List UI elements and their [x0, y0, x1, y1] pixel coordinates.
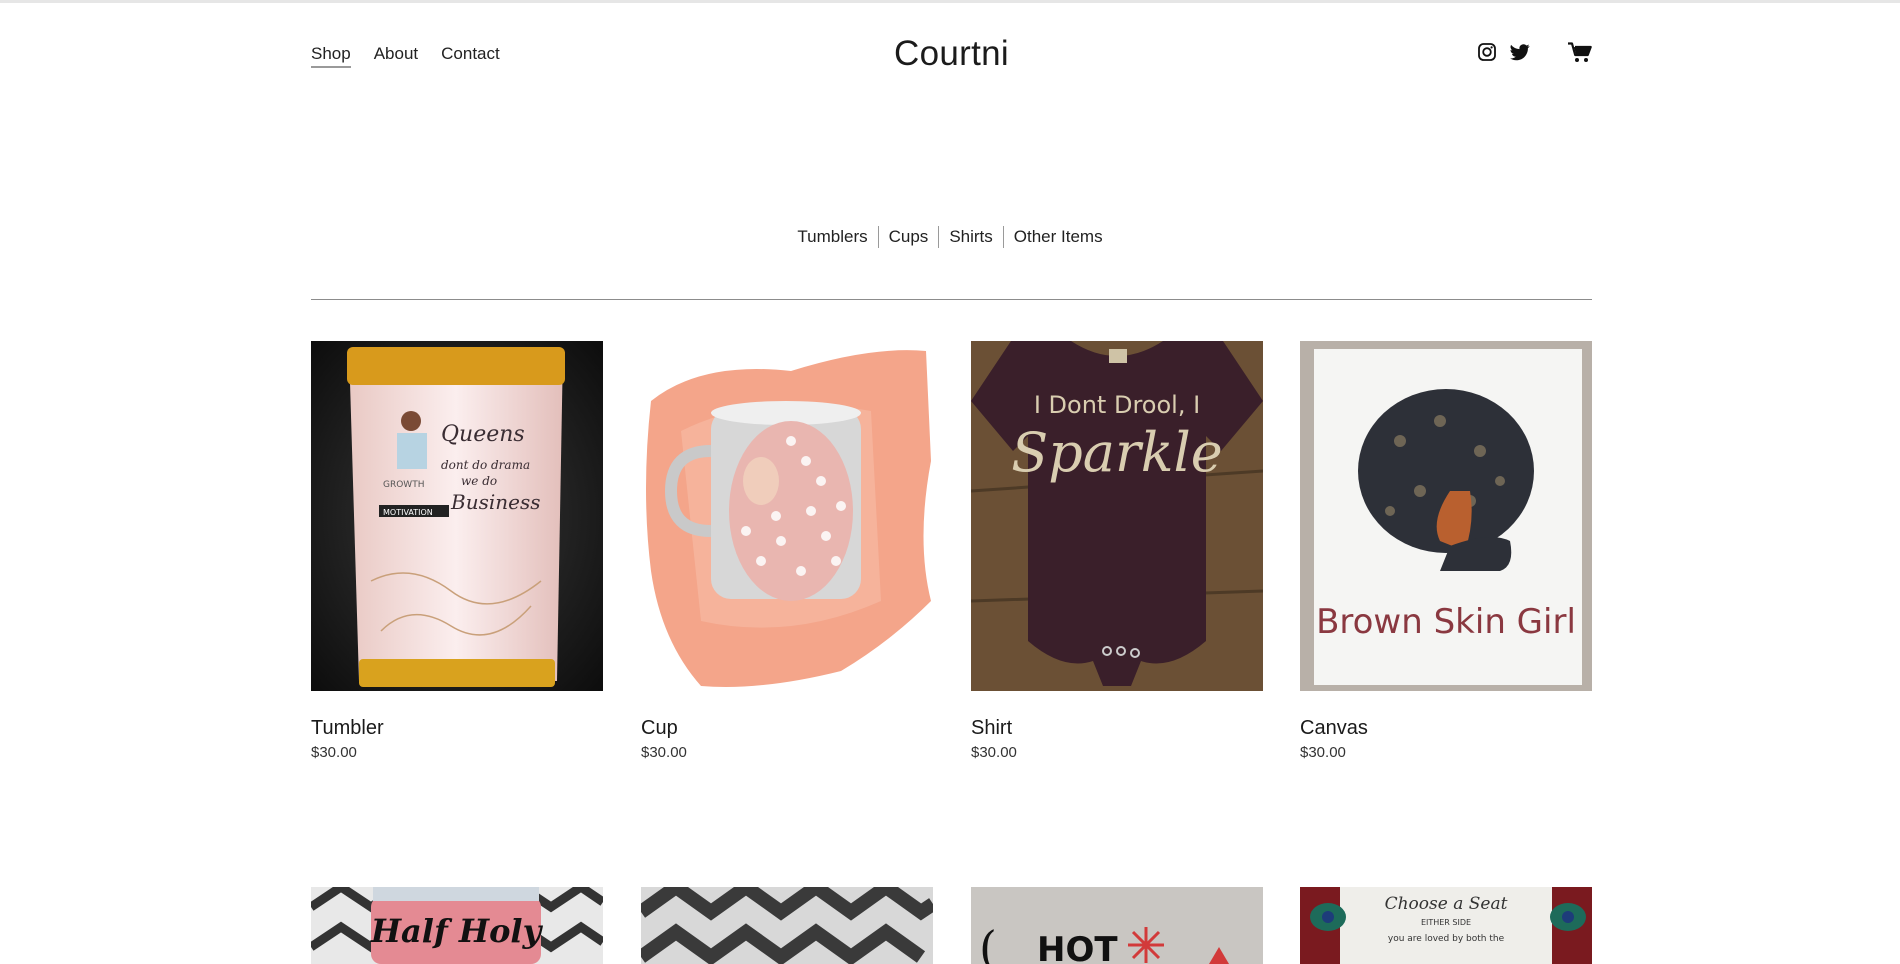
svg-text:we do: we do	[461, 474, 497, 488]
category-other-items[interactable]: Other Items	[1004, 226, 1113, 248]
product-image-tumbler[interactable]: Queens dont do drama we do Business GROW…	[311, 341, 603, 691]
header-actions	[1477, 41, 1592, 62]
product-card-row2-1[interactable]: Half Holy	[311, 887, 603, 964]
svg-text:GROWTH: GROWTH	[383, 480, 424, 490]
svg-text:MOTIVATION: MOTIVATION	[383, 508, 433, 517]
nav-contact[interactable]: Contact	[441, 44, 500, 68]
product-image[interactable]: Half Holy	[311, 887, 603, 964]
product-card-cup[interactable]: Cup $30.00	[641, 341, 933, 761]
svg-text:(: (	[979, 921, 997, 964]
product-name[interactable]: Cup	[641, 717, 933, 740]
product-image-shirt[interactable]: I Dont Drool, I Sparkle	[971, 341, 1263, 691]
product-card-row2-4[interactable]: Choose a Seat EITHER SIDE you are loved …	[1300, 887, 1592, 964]
product-card-tumbler[interactable]: Queens dont do drama we do Business GROW…	[311, 341, 603, 761]
svg-text:Half Holy: Half Holy	[370, 912, 544, 950]
instagram-icon[interactable]	[1477, 42, 1497, 62]
nav-shop[interactable]: Shop	[311, 44, 351, 68]
twitter-icon[interactable]	[1510, 42, 1530, 62]
svg-text:Choose a Seat: Choose a Seat	[1385, 894, 1508, 914]
product-card-canvas[interactable]: Brown Skin Girl Canvas $30.00	[1300, 341, 1592, 761]
product-card-row2-2[interactable]	[641, 887, 933, 964]
product-image[interactable]: ( HOT	[971, 887, 1263, 964]
product-image-canvas[interactable]: Brown Skin Girl	[1300, 341, 1592, 691]
product-name[interactable]: Canvas	[1300, 717, 1592, 740]
product-image[interactable]: Choose a Seat EITHER SIDE you are loved …	[1300, 887, 1592, 964]
product-price: $30.00	[641, 744, 687, 761]
product-image[interactable]	[641, 887, 933, 964]
tumbler-image-text: Queens	[441, 422, 525, 447]
product-price: $30.00	[971, 744, 1017, 761]
svg-text:Business: Business	[450, 490, 540, 514]
svg-text:Sparkle: Sparkle	[1011, 421, 1223, 484]
category-tumblers[interactable]: Tumblers	[787, 226, 877, 248]
main-nav: Shop About Contact	[311, 44, 500, 68]
product-price: $30.00	[1300, 744, 1346, 761]
site-title[interactable]: Courtni	[894, 34, 1009, 74]
product-name[interactable]: Tumbler	[311, 717, 603, 740]
category-cups[interactable]: Cups	[879, 226, 939, 248]
svg-text:dont do drama: dont do drama	[441, 458, 530, 472]
category-shirts[interactable]: Shirts	[939, 226, 1002, 248]
product-price: $30.00	[311, 744, 357, 761]
site-header: Shop About Contact Courtni	[311, 30, 1592, 80]
nav-about[interactable]: About	[374, 44, 418, 68]
svg-text:you are loved by both the: you are loved by both the	[1388, 934, 1505, 944]
section-divider	[311, 299, 1592, 300]
shirt-image-text: I Dont Drool, I	[1034, 391, 1200, 419]
svg-text:HOT: HOT	[1037, 930, 1118, 964]
product-image-cup[interactable]	[641, 341, 933, 691]
svg-text:EITHER SIDE: EITHER SIDE	[1421, 918, 1471, 927]
cart-icon[interactable]	[1568, 41, 1592, 62]
category-filter: Tumblers Cups Shirts Other Items	[0, 226, 1900, 248]
canvas-image-text: Brown Skin Girl	[1316, 602, 1576, 642]
product-card-shirt[interactable]: I Dont Drool, I Sparkle Shirt $30.00	[971, 341, 1263, 761]
top-border	[0, 0, 1900, 3]
product-card-row2-3[interactable]: ( HOT	[971, 887, 1263, 964]
product-name[interactable]: Shirt	[971, 717, 1263, 740]
social-links	[1477, 42, 1530, 62]
